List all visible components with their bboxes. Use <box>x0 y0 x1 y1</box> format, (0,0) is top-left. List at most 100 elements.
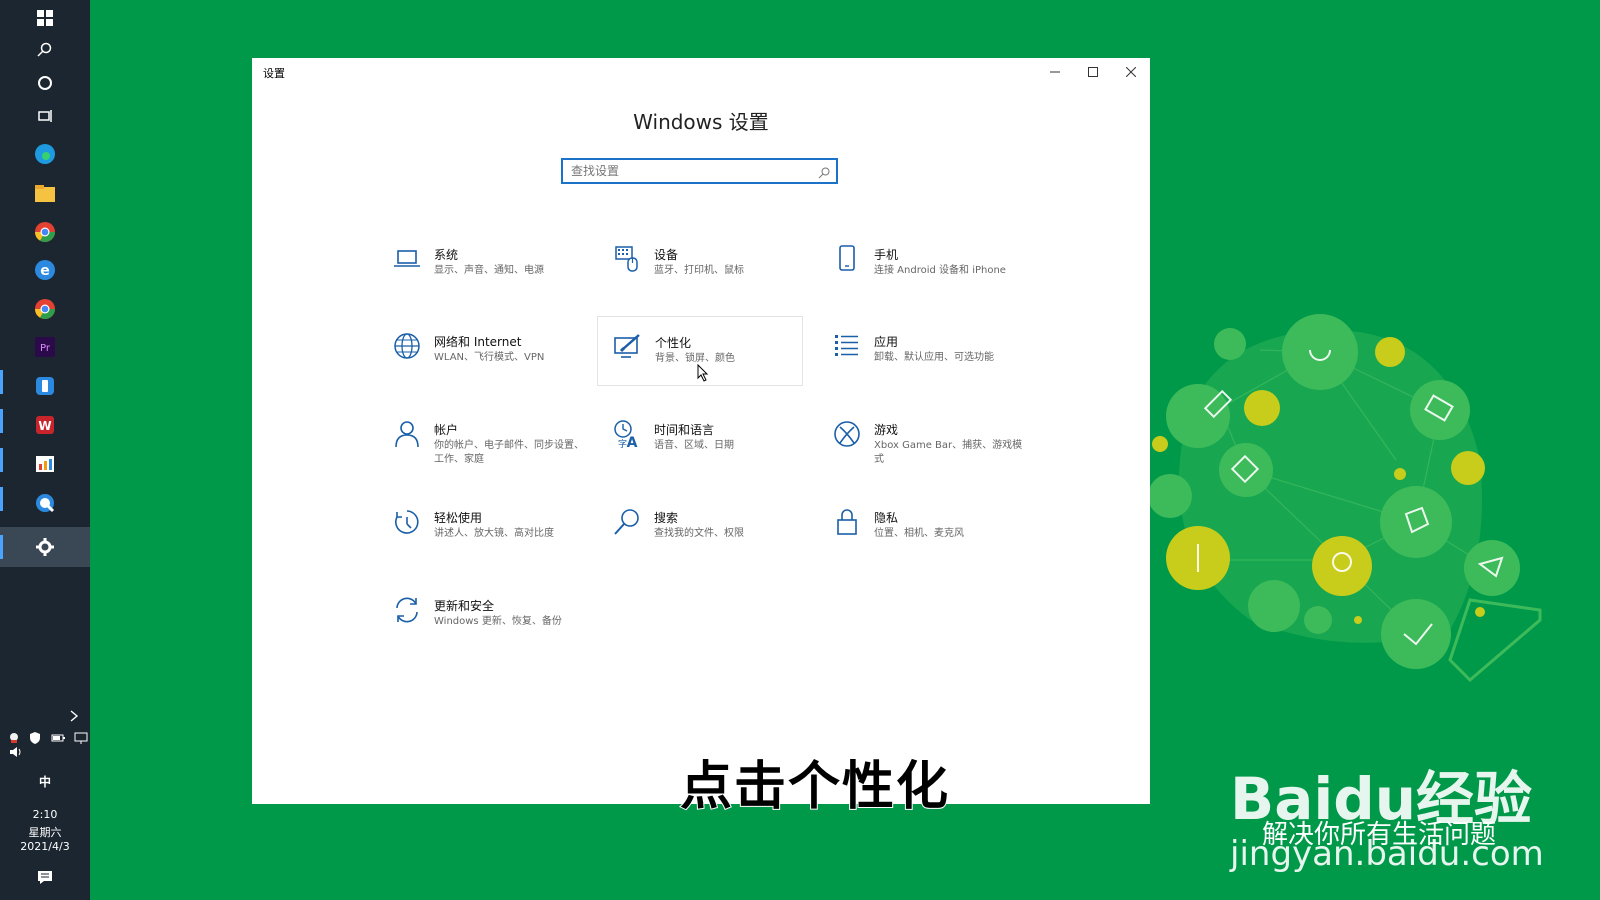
tile-system[interactable]: 系统 显示、声音、通知、电源 <box>382 236 588 306</box>
close-icon <box>1126 67 1136 77</box>
volume-icon[interactable] <box>6 745 26 759</box>
qq-icon[interactable] <box>8 729 20 743</box>
task-view-icon[interactable] <box>33 104 57 128</box>
show-hidden-icons-chevron-icon[interactable] <box>64 706 84 726</box>
wps-icon[interactable]: W <box>33 413 57 437</box>
taskbar: e Pr W 中 2:10 星期六 2021/4/3 <box>0 0 90 900</box>
decorative-bubble-graphic <box>1150 314 1542 683</box>
tile-title: 帐户 <box>434 423 459 437</box>
update-arrows-icon <box>392 595 422 625</box>
cortana-icon[interactable] <box>33 71 57 95</box>
tile-description: 背景、锁屏、颜色 <box>655 353 735 364</box>
clock-date[interactable]: 2021/4/3 <box>0 840 90 853</box>
xbox-icon <box>832 419 862 449</box>
tile-title: 设备 <box>654 248 679 262</box>
svg-text:Pr: Pr <box>40 343 51 354</box>
search-box[interactable] <box>561 158 838 184</box>
tile-gaming[interactable]: 游戏 Xbox Game Bar、捕获、游戏模式 <box>822 411 1028 481</box>
tile-description: 语音、区域、日期 <box>654 440 734 451</box>
baidu-url-watermark: jingyan.baidu.com <box>1230 834 1544 874</box>
phone-app-icon[interactable] <box>33 374 57 398</box>
tile-network[interactable]: 网络和 Internet WLAN、飞行模式、VPN <box>382 323 588 393</box>
tile-description: 查找我的文件、权限 <box>654 528 744 539</box>
minimize-icon <box>1050 71 1060 73</box>
tile-title: 轻松使用 <box>434 511 483 525</box>
browser-q-icon[interactable] <box>33 491 57 515</box>
maximize-icon <box>1088 67 1098 77</box>
active-indicator <box>0 448 3 472</box>
svg-text:e: e <box>40 263 50 279</box>
battery-icon[interactable] <box>51 729 65 743</box>
tile-description: 位置、相机、麦克风 <box>874 528 964 539</box>
premiere-icon[interactable]: Pr <box>33 335 57 359</box>
globe-icon <box>392 331 422 361</box>
search-icon[interactable] <box>33 38 57 62</box>
window-title: 设置 <box>263 67 285 80</box>
action-center-icon[interactable] <box>33 865 57 889</box>
active-indicator <box>0 409 3 433</box>
time-language-icon: A字 <box>612 419 642 451</box>
tile-description: 连接 Android 设备和 iPhone <box>874 265 1006 276</box>
laptop-icon <box>392 244 422 274</box>
paint-screen-icon <box>613 332 643 362</box>
tile-title: 网络和 Internet <box>434 335 522 349</box>
security-shield-icon[interactable] <box>29 729 41 744</box>
svg-text:A: A <box>627 435 638 449</box>
file-explorer-icon[interactable] <box>33 181 57 205</box>
mouse-cursor-icon <box>697 364 709 382</box>
tile-title: 个性化 <box>655 336 692 350</box>
tile-title: 应用 <box>874 335 899 349</box>
search-input[interactable] <box>571 163 811 179</box>
picture-app-icon[interactable] <box>33 452 57 476</box>
tile-title: 手机 <box>874 248 899 262</box>
tile-description: WLAN、飞行模式、VPN <box>434 352 545 363</box>
system-tray-icons <box>8 729 88 744</box>
settings-gear-icon[interactable] <box>33 535 57 559</box>
input-method-indicator[interactable]: 中 <box>0 773 90 790</box>
tile-update-security[interactable]: 更新和安全 Windows 更新、恢复、备份 <box>382 587 588 657</box>
clock-time[interactable]: 2:10 <box>0 808 90 821</box>
search-icon <box>612 507 642 537</box>
tile-privacy[interactable]: 隐私 位置、相机、麦克风 <box>822 499 1028 569</box>
tile-description: 蓝牙、打印机、鼠标 <box>654 265 744 276</box>
apps-list-icon <box>832 331 862 361</box>
close-button[interactable] <box>1112 58 1150 86</box>
tile-devices[interactable]: 设备 蓝牙、打印机、鼠标 <box>602 236 808 306</box>
start-windows-icon[interactable] <box>33 6 57 30</box>
tile-time-language[interactable]: A字 时间和语言 语音、区域、日期 <box>602 411 808 481</box>
svg-text:字: 字 <box>618 438 627 449</box>
ease-of-access-icon <box>392 507 422 537</box>
keyboard-device-icon <box>612 244 642 274</box>
tile-title: 搜索 <box>654 511 679 525</box>
network-icon[interactable] <box>74 729 88 744</box>
tile-description: Xbox Game Bar、捕获、游戏模式 <box>874 440 1023 465</box>
svg-text:W: W <box>38 419 51 433</box>
chrome-icon[interactable] <box>33 220 57 244</box>
active-indicator <box>0 370 3 394</box>
tile-ease-of-access[interactable]: 轻松使用 讲述人、放大镜、高对比度 <box>382 499 588 569</box>
edge-browser-icon[interactable] <box>33 142 57 166</box>
maximize-button[interactable] <box>1074 58 1112 86</box>
tile-search[interactable]: 搜索 查找我的文件、权限 <box>602 499 808 569</box>
settings-window: 设置 Windows 设置 系统 显示、声音、通知、电源 设备 蓝牙、打印机、鼠… <box>252 58 1150 804</box>
tile-title: 时间和语言 <box>654 423 715 437</box>
search-icon[interactable] <box>818 164 830 183</box>
tile-title: 系统 <box>434 248 459 262</box>
tile-apps[interactable]: 应用 卸载、默认应用、可选功能 <box>822 323 1028 393</box>
tile-accounts[interactable]: 帐户 你的帐户、电子邮件、同步设置、工作、家庭 <box>382 411 588 481</box>
title-bar[interactable]: 设置 <box>252 58 1150 86</box>
active-indicator <box>0 487 3 511</box>
tile-personalization[interactable]: 个性化 背景、锁屏、颜色 <box>597 316 803 386</box>
clock-weekday[interactable]: 星期六 <box>0 824 90 840</box>
tile-description: 卸载、默认应用、可选功能 <box>874 352 994 363</box>
video-subtitle: 点击个性化 <box>679 756 951 818</box>
phone-icon <box>832 244 862 274</box>
active-indicator <box>0 535 3 559</box>
minimize-button[interactable] <box>1036 58 1074 86</box>
ie-browser-icon[interactable]: e <box>33 258 57 282</box>
chrome-icon[interactable] <box>33 297 57 321</box>
tile-phone[interactable]: 手机 连接 Android 设备和 iPhone <box>822 236 1028 306</box>
tile-title: 游戏 <box>874 423 899 437</box>
tile-description: 显示、声音、通知、电源 <box>434 265 544 276</box>
tile-title: 隐私 <box>874 511 899 525</box>
